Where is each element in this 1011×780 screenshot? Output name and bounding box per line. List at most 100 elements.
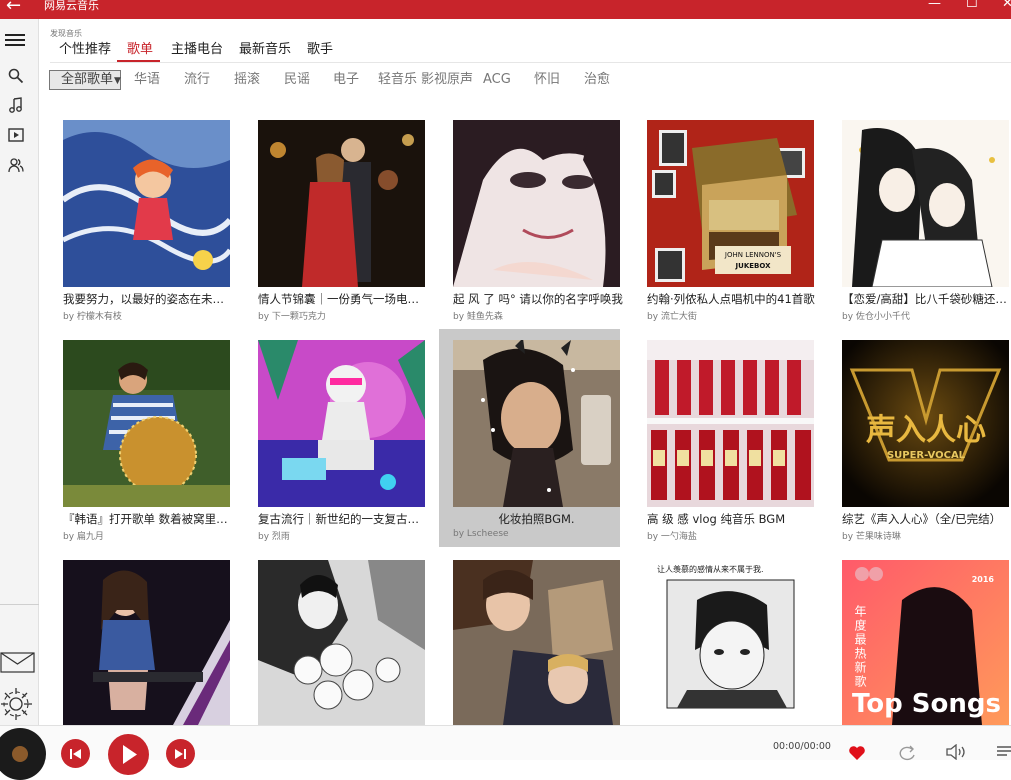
playlist-cover-image xyxy=(453,120,620,287)
friends-icon[interactable] xyxy=(7,156,25,174)
album-disc-icon[interactable] xyxy=(0,728,46,780)
next-icon xyxy=(175,749,186,759)
playlist-creator[interactable]: by 下一颗巧克力 xyxy=(258,309,326,322)
tab-playlists[interactable]: 歌单 xyxy=(127,40,153,60)
playlist-creator[interactable]: by 鲑鱼先森 xyxy=(453,309,503,322)
loop-icon[interactable] xyxy=(898,745,916,761)
playlist-name[interactable]: 约翰·列侬私人点唱机中的41首歌 xyxy=(647,291,817,307)
playlist-card[interactable]: JOHN LENNON'S JUKEBOX 约翰·列侬私人点唱机中的41首歌 b… xyxy=(634,120,815,338)
playlist-card[interactable]: 声入人心 SUPER-VOCAL 综艺《声入人心》（全/已完结） by 芒果味诗… xyxy=(829,340,1010,558)
genre-all-label: 全部歌单 xyxy=(61,72,114,87)
tab-divider xyxy=(50,62,1011,63)
volume-icon[interactable] xyxy=(945,744,967,760)
playlist-creator[interactable]: by 佐仓小小千代 xyxy=(842,309,910,322)
playlist-card[interactable]: 让人羡慕的感情从来不属于我. xyxy=(634,560,815,725)
genre-item[interactable]: 怀旧 xyxy=(534,70,560,90)
cover-vertical-text: 年度最热新歌 xyxy=(853,605,867,689)
playlist-cover-image xyxy=(258,560,425,725)
super-vocal-title-text: 声入人心 xyxy=(866,413,986,448)
jukebox-title-text: JOHN LENNON'S xyxy=(724,251,782,259)
playlist-cover-image xyxy=(647,340,814,507)
play-button[interactable] xyxy=(108,734,149,775)
playlist-name[interactable]: 化妆拍照BGM. xyxy=(453,511,620,527)
previous-button[interactable] xyxy=(61,739,90,768)
playlist-creator[interactable]: by 扁九月 xyxy=(63,529,104,542)
minimize-icon[interactable]: — xyxy=(928,0,941,11)
previous-icon xyxy=(70,749,81,759)
playlist-cover-image: 声入人心 SUPER-VOCAL xyxy=(842,340,1009,507)
playlist-name[interactable]: 高 级 感 vlog 纯音乐 BGM xyxy=(647,511,817,527)
tab-personal-recommend[interactable]: 个性推荐 xyxy=(59,40,111,60)
playlist-creator[interactable]: by 柠檬木有枝 xyxy=(63,309,122,322)
playlist-card[interactable]: 情人节锦囊｜一份勇气一场电影的爱情 by 下一颗巧克力 xyxy=(245,120,428,338)
playlist-card[interactable]: 高 级 感 vlog 纯音乐 BGM by 一勺海盐 xyxy=(634,340,815,558)
super-vocal-subtitle-text: SUPER-VOCAL xyxy=(887,450,966,461)
close-icon[interactable]: ✕ xyxy=(1002,0,1011,11)
back-arrow-icon[interactable]: ← xyxy=(6,0,21,16)
maximize-icon[interactable]: ☐ xyxy=(966,0,978,11)
playlist-card[interactable] xyxy=(50,560,231,725)
genre-item[interactable]: 流行 xyxy=(184,70,210,90)
playlist-card[interactable] xyxy=(245,560,426,725)
playlist-card[interactable]: 2016 年度最热新歌 Top Songs xyxy=(829,560,1010,725)
genre-item[interactable]: 轻音乐 xyxy=(378,70,417,90)
heart-icon[interactable] xyxy=(848,745,866,761)
playback-time: 00:00/00:00 xyxy=(773,741,831,752)
playlist-cover-image: 让人羡慕的感情从来不属于我. xyxy=(647,560,814,725)
settings-gear-icon[interactable] xyxy=(0,686,34,722)
playlist-creator[interactable]: by 烈雨 xyxy=(258,529,290,542)
playlist-card[interactable]: 【恋爱/高甜】比八千袋砂糖还甜的恋爱 by 佐仓小小千代 xyxy=(829,120,1011,338)
menu-icon[interactable] xyxy=(4,31,26,49)
genre-all-dropdown[interactable]: 全部歌单▼ xyxy=(49,70,121,90)
playlist-cover-image xyxy=(258,340,425,507)
playlist-creator[interactable]: by Lscheese xyxy=(453,529,509,539)
tab-artists[interactable]: 歌手 xyxy=(307,40,333,60)
playlist-cover-image xyxy=(63,340,230,507)
jukebox-subtitle-text: JUKEBOX xyxy=(735,262,772,270)
playlist-cover-image xyxy=(842,120,1009,287)
genre-item[interactable]: 治愈 xyxy=(584,70,610,90)
genre-item[interactable]: 摇滚 xyxy=(234,70,260,90)
genre-item[interactable]: ACG xyxy=(483,70,511,90)
playlist-cover-image xyxy=(258,120,425,287)
playlist-cover-image xyxy=(63,120,230,287)
playlist-cover-image: 2016 年度最热新歌 Top Songs xyxy=(842,560,1009,725)
breadcrumb: 发现音乐 xyxy=(50,29,82,38)
tab-radio[interactable]: 主播电台 xyxy=(171,40,223,60)
playlist-name[interactable]: 综艺《声入人心》（全/已完结） xyxy=(842,511,1011,527)
genre-item[interactable]: 电子 xyxy=(333,70,359,90)
tab-new-music[interactable]: 最新音乐 xyxy=(239,40,291,60)
music-note-icon[interactable] xyxy=(7,96,25,114)
mail-icon[interactable] xyxy=(0,651,35,673)
playlist-card[interactable] xyxy=(440,560,621,725)
playlist-name[interactable]: 【恋爱/高甜】比八千袋砂糖还甜的恋爱 xyxy=(842,291,1011,307)
playlist-creator[interactable]: by 一勺海盐 xyxy=(647,529,697,542)
play-icon xyxy=(123,745,137,764)
next-button[interactable] xyxy=(166,739,195,768)
playlist-card[interactable]: 复古流行｜新世纪的一支复古蒸汽波 by 烈雨 xyxy=(245,340,428,558)
cover-caption-text: 让人羡慕的感情从来不属于我. xyxy=(657,564,764,574)
playlist-name[interactable]: 我要努力，以最好的姿态在未来相遇 xyxy=(63,291,233,307)
genre-item[interactable]: 民谣 xyxy=(284,70,310,90)
playlist-name[interactable]: 情人节锦囊｜一份勇气一场电影的爱情 xyxy=(258,291,428,307)
playlist-card-hovered[interactable]: 化妆拍照BGM. by Lscheese xyxy=(439,329,620,547)
playlist-name[interactable]: 复古流行｜新世纪的一支复古蒸汽波 xyxy=(258,511,428,527)
playlist-cover-image xyxy=(453,560,620,725)
playlist-name[interactable]: 起 风 了 吗° 请以你的名字呼唤我 xyxy=(453,291,623,307)
chevron-down-icon: ▼ xyxy=(114,76,121,86)
playlist-card[interactable]: 『韩语』打开歌单 数着被窝里的星星 by 扁九月 xyxy=(50,340,233,558)
playlist-queue-icon[interactable] xyxy=(996,745,1011,759)
genre-item[interactable]: 华语 xyxy=(134,70,160,90)
app-title: 网易云音乐 xyxy=(44,0,99,12)
genre-item[interactable]: 影视原声 xyxy=(421,70,473,90)
playlist-card[interactable]: 我要努力，以最好的姿态在未来相遇 by 柠檬木有枝 xyxy=(50,120,233,338)
playlist-card[interactable]: 起 风 了 吗° 请以你的名字呼唤我 by 鲑鱼先森 xyxy=(440,120,623,338)
playlist-name[interactable]: 『韩语』打开歌单 数着被窝里的星星 xyxy=(63,511,233,527)
search-icon[interactable] xyxy=(7,67,25,85)
video-icon[interactable] xyxy=(7,126,25,144)
cover-top-songs-text: Top Songs xyxy=(852,689,1001,719)
sidebar-divider xyxy=(0,604,39,605)
playlist-creator[interactable]: by 流亡大街 xyxy=(647,309,697,322)
playlist-creator[interactable]: by 芒果味诗琳 xyxy=(842,529,901,542)
playlist-cover-image xyxy=(453,340,620,507)
